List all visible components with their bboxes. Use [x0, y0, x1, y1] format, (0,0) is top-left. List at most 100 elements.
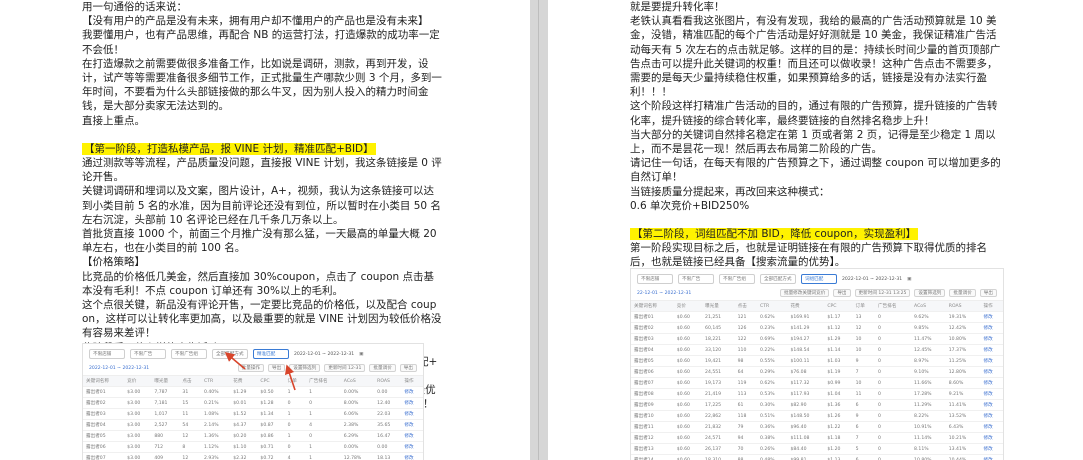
- table-cell: 7: [852, 366, 876, 378]
- table-row: 露出者06 $0.60 24,551 64 0.29% $76.08 $1.19 7 0 9.10…: [631, 366, 1003, 378]
- table-cell: 露出者10: [631, 410, 674, 422]
- edit-link[interactable]: 修改: [980, 366, 1003, 378]
- table-cell: $0.60: [673, 366, 703, 378]
- edit-link[interactable]: 修改: [980, 421, 1003, 433]
- toolbar-action-button[interactable]: 批量调价: [949, 289, 976, 297]
- table-cell: 12: [852, 322, 876, 334]
- table-row: 露出者12 $0.60 24,571 94 0.38% $111.08 $1.18 7 0 11.…: [631, 432, 1003, 444]
- section-heading: 【第一阶段，打造私模产品，报 VINE 计划，精准匹配+BID】: [82, 142, 442, 156]
- toolbar-action-button[interactable]: 更新时间 12-31 13:25: [854, 289, 911, 297]
- paragraph: 就是要提升转化率！: [630, 1, 725, 13]
- column-header[interactable]: ROAS: [945, 301, 981, 312]
- table-row: 露出者14$0.6018,310880.48%$99.81$1.136010.8…: [631, 454, 1003, 460]
- edit-link[interactable]: 修改: [980, 322, 1003, 334]
- paragraph: 直接上重点。: [82, 114, 145, 127]
- table-cell: 24,571: [702, 432, 735, 444]
- table-row: 露出者04 $0.60 33,120 110 0.22% $148.54 $1.14 10 0 1…: [631, 344, 1003, 356]
- edit-link[interactable]: 修改: [980, 443, 1003, 455]
- column-header[interactable]: ACoS: [911, 301, 946, 312]
- column-header[interactable]: CPC: [824, 301, 853, 312]
- edit-link[interactable]: 修改: [980, 344, 1003, 356]
- edit-link[interactable]: 修改: [980, 410, 1003, 422]
- table-cell: $0.60: [673, 421, 703, 433]
- table-cell: 6: [852, 399, 876, 411]
- column-header[interactable]: 花费: [787, 301, 825, 312]
- toolbar-action-button[interactable]: 批量修改关键词竞价: [779, 289, 830, 297]
- date-caption: 22-12-01 ~ 2022-12-31: [637, 290, 692, 296]
- table-cell: $1.20: [824, 443, 853, 455]
- edit-link[interactable]: 修改: [980, 333, 1003, 345]
- table-cell: 18,310: [702, 454, 735, 460]
- table-cell: $111.08: [787, 432, 825, 444]
- table-cell: 0: [875, 322, 912, 334]
- table-cell: $0.60: [673, 344, 703, 356]
- edit-link[interactable]: 修改: [980, 355, 1003, 367]
- edit-link[interactable]: 修改: [980, 399, 1003, 411]
- paragraph: 比竞品的价格低几美金，然后直接加 30%coupon，点击了 coupon 点击…: [82, 270, 435, 297]
- table-cell: 0.48%: [757, 454, 788, 460]
- table-cell: 9: [852, 410, 876, 422]
- column-header[interactable]: 点击: [734, 301, 758, 312]
- date-range[interactable]: 2022-12-01 ~ 2022-12-31: [842, 277, 902, 282]
- store-filter[interactable]: 不限店铺: [637, 274, 673, 284]
- column-header[interactable]: 操作: [980, 301, 1003, 312]
- table-cell: 露出者04: [631, 344, 674, 356]
- paragraph: 关键词调研和埋词以及文案，图片设计，A+，视频，我认为这条链接可以达到小类目前 …: [82, 185, 441, 226]
- paragraph: 首批货直接 1000 个，前面三个月推广没有那么猛，一天最高的单量大概 20 单…: [82, 228, 437, 255]
- table-row: 露出者08 $0.60 21,419 113 0.53% $117.93 $1.04 11 0 1…: [631, 388, 1003, 400]
- toolbar-action-button[interactable]: 导出: [833, 289, 851, 297]
- table-cell: 6.43%: [945, 421, 981, 433]
- calendar-icon[interactable]: ▣: [907, 277, 911, 282]
- paragraph: 【没有用户的产品是没有未来，拥有用户却不懂用户的产品也是没有未来】: [82, 15, 429, 28]
- table-cell: 10: [852, 344, 876, 356]
- table-cell: 64: [734, 366, 758, 378]
- table-cell: 10.44%: [945, 454, 981, 460]
- column-header[interactable]: 订单: [852, 301, 876, 312]
- edit-link[interactable]: 修改: [980, 377, 1003, 389]
- edit-link[interactable]: 修改: [980, 454, 1003, 460]
- table-cell: 8.11%: [911, 443, 946, 455]
- edit-link[interactable]: 修改: [980, 432, 1003, 444]
- column-header[interactable]: 竞价: [673, 301, 703, 312]
- table-cell: 8.22%: [911, 410, 946, 422]
- table-cell: 13.41%: [945, 443, 981, 455]
- table-cell: 0: [875, 432, 912, 444]
- table-cell: 11.25%: [945, 355, 981, 367]
- table-cell: $0.60: [673, 454, 703, 460]
- ad-filter[interactable]: 不限广告: [678, 274, 714, 284]
- paragraph: 请记住一句话，在每天有限的广告预算之下，通过调整 coupon 可以增加更多的自…: [630, 157, 1001, 184]
- table-cell: 露出者12: [631, 432, 674, 444]
- column-header[interactable]: 关键词名称: [631, 301, 674, 312]
- table-cell: $1.29: [824, 333, 853, 345]
- table-cell: 0.26%: [757, 443, 788, 455]
- edit-link[interactable]: 修改: [980, 388, 1003, 400]
- table-cell: $1.04: [824, 388, 853, 400]
- match-type-filter[interactable]: 全部匹配方式: [760, 274, 796, 284]
- table-cell: 11.29%: [911, 399, 946, 411]
- table-row: 露出者13 $0.60 26,137 70 0.26% $84.40 $1.20 5 0 8.11…: [631, 443, 1003, 455]
- toolbar-action-button[interactable]: 导出: [979, 289, 997, 297]
- document-page-right: 就是要提升转化率！ 老铁认真看看我这张图片，有没有发现，我给的最高的广告活动预算就…: [548, 0, 1083, 460]
- phrase-match-filter[interactable]: 词组匹配: [801, 274, 837, 284]
- toolbar-actions: 批量修改关键词竞价 导出 更新时间 12-31 13:25 设置筛选列 批量调价 导出: [779, 289, 997, 297]
- column-header[interactable]: 广告排名: [875, 301, 912, 312]
- table-cell: 0: [875, 366, 912, 378]
- column-header[interactable]: 曝光量: [702, 301, 735, 312]
- table-cell: 9: [852, 355, 876, 367]
- column-header[interactable]: CTR: [757, 301, 788, 312]
- table-cell: 21,251: [702, 311, 735, 323]
- table-cell: 110: [734, 344, 758, 356]
- table-cell: 露出者09: [631, 399, 674, 411]
- paragraph: 0.6 单次竞价+BID250%: [630, 199, 750, 212]
- table-cell: 17,225: [702, 399, 735, 411]
- toolbar-action-button[interactable]: 设置筛选列: [914, 289, 946, 297]
- table-cell: 0.30%: [757, 399, 788, 411]
- adgroup-filter[interactable]: 不限广告组: [719, 274, 755, 284]
- table-cell: $1.17: [824, 311, 853, 323]
- table-cell: 12.42%: [945, 322, 981, 334]
- table-cell: 121: [734, 311, 758, 323]
- table-cell: $1.13: [824, 454, 853, 460]
- table-cell: 10.80%: [911, 454, 946, 460]
- paragraph: 通过测款等等流程，产品质量没问题，直接报 VINE 计划，我这条链接是 0 评论…: [82, 157, 442, 184]
- edit-link[interactable]: 修改: [980, 311, 1003, 323]
